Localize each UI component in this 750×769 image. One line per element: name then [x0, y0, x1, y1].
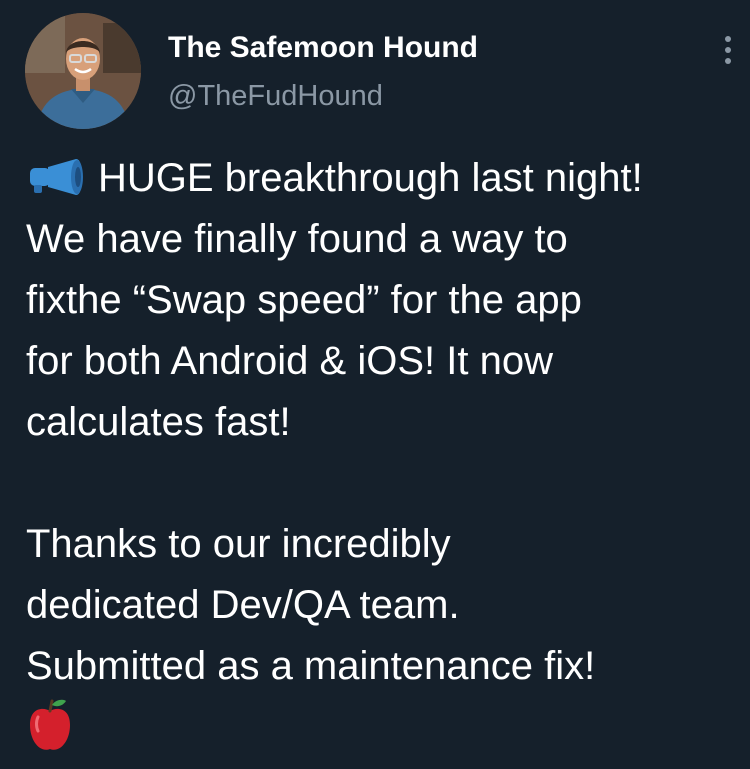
red-apple-icon	[30, 699, 70, 750]
author-display-name[interactable]: The Safemoon Hound	[168, 30, 478, 66]
tweet-card: The Safemoon Hound @TheFudHound HUGE bre…	[0, 0, 750, 769]
avatar[interactable]	[25, 13, 141, 129]
tweet-line-2: We have finally found a way to	[26, 217, 568, 261]
tweet-line-5: calculates fast!	[26, 400, 291, 444]
megaphone-icon	[30, 159, 83, 195]
more-options-button[interactable]	[714, 28, 742, 72]
tweet-line-1: HUGE breakthrough last night!	[26, 148, 750, 209]
tweet-line-1-text: HUGE breakthrough last night!	[98, 156, 643, 200]
tweet-line-7: Thanks to our incredibly	[26, 522, 451, 566]
author-handle[interactable]: @TheFudHound	[168, 78, 383, 114]
tweet-line-9: Submitted as a maintenance fix!	[26, 644, 596, 688]
tweet-line-3: fixthe “Swap speed” for the app	[26, 278, 582, 322]
tweet-text: HUGE breakthrough last night! We have fi…	[26, 148, 750, 753]
tweet-line-4: for both Android & iOS! It now	[26, 339, 553, 383]
more-vertical-icon-dot-3	[725, 58, 731, 64]
profile-photo-icon	[25, 13, 141, 129]
more-vertical-icon	[725, 36, 731, 42]
more-vertical-icon-dot-2	[725, 47, 731, 53]
tweet-line-8: dedicated Dev/QA team.	[26, 583, 460, 627]
